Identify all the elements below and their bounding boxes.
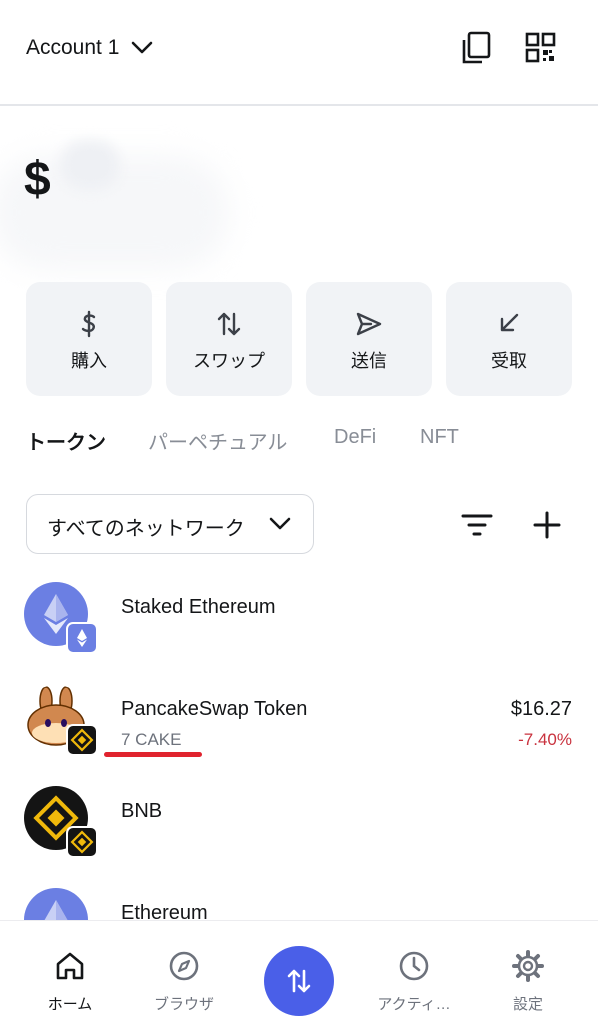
chevron-down-icon xyxy=(132,41,153,54)
receive-label: 受取 xyxy=(491,351,527,371)
bnb-chain-badge-icon xyxy=(66,724,98,756)
filter-icon[interactable] xyxy=(460,510,494,540)
nav-browser[interactable]: ブラウザ xyxy=(134,921,234,1025)
balance-currency: $ xyxy=(24,153,51,206)
token-name: BNB xyxy=(121,800,163,822)
tab-perpetual[interactable]: パーペチュアル xyxy=(148,426,287,455)
dollar-icon xyxy=(81,310,96,338)
buy-label: 購入 xyxy=(71,351,107,371)
receive-icon xyxy=(500,313,519,332)
account-selector[interactable]: Account 1 xyxy=(26,36,153,60)
nav-settings-label: 設定 xyxy=(512,996,543,1013)
swap-arrows-icon xyxy=(287,969,311,993)
clock-icon xyxy=(399,951,429,981)
bnb-chain-badge-icon xyxy=(66,826,98,858)
send-button[interactable]: 送信 xyxy=(306,282,432,396)
account-name: Account 1 xyxy=(26,36,120,59)
balance-redaction-blur xyxy=(60,140,120,190)
tab-nft[interactable]: NFT xyxy=(420,426,459,449)
send-icon xyxy=(356,312,382,336)
send-label: 送信 xyxy=(351,351,387,371)
add-token-icon[interactable] xyxy=(532,510,562,540)
highlight-underline xyxy=(104,752,202,757)
token-value: $16.27 xyxy=(510,698,572,720)
swap-fab-button[interactable] xyxy=(264,946,334,1016)
copy-icon[interactable] xyxy=(460,30,494,66)
nav-activity-label: アクティ… xyxy=(377,996,451,1013)
swap-arrows-icon xyxy=(217,312,241,336)
ethereum-network-badge-icon xyxy=(66,622,98,654)
swap-label: スワップ xyxy=(193,351,265,371)
buy-button[interactable]: 購入 xyxy=(26,282,152,396)
chevron-down-icon xyxy=(269,517,291,530)
token-price-change: -7.40% xyxy=(518,730,572,749)
compass-icon xyxy=(169,951,199,981)
tab-defi[interactable]: DeFi xyxy=(334,426,376,449)
token-name: Staked Ethereum xyxy=(121,596,276,618)
top-header: Account 1 xyxy=(0,0,598,106)
token-name: PancakeSwap Token xyxy=(121,698,308,720)
nav-browser-label: ブラウザ xyxy=(153,996,214,1013)
qr-code-icon[interactable] xyxy=(524,30,558,66)
home-icon xyxy=(56,952,84,980)
receive-button[interactable]: 受取 xyxy=(446,282,572,396)
nav-home[interactable]: ホーム xyxy=(20,921,120,1025)
network-selector[interactable]: すべてのネットワーク xyxy=(26,494,314,554)
nav-home-label: ホーム xyxy=(47,996,93,1013)
nav-settings[interactable]: 設定 xyxy=(478,921,578,1025)
swap-button[interactable]: スワップ xyxy=(166,282,292,396)
network-selector-label: すべてのネットワーク xyxy=(47,518,245,540)
nav-activity[interactable]: アクティ… xyxy=(364,921,464,1025)
tab-tokens[interactable]: トークン xyxy=(26,426,106,455)
gear-icon xyxy=(512,950,544,982)
token-balance: 7 CAKE xyxy=(121,730,182,749)
